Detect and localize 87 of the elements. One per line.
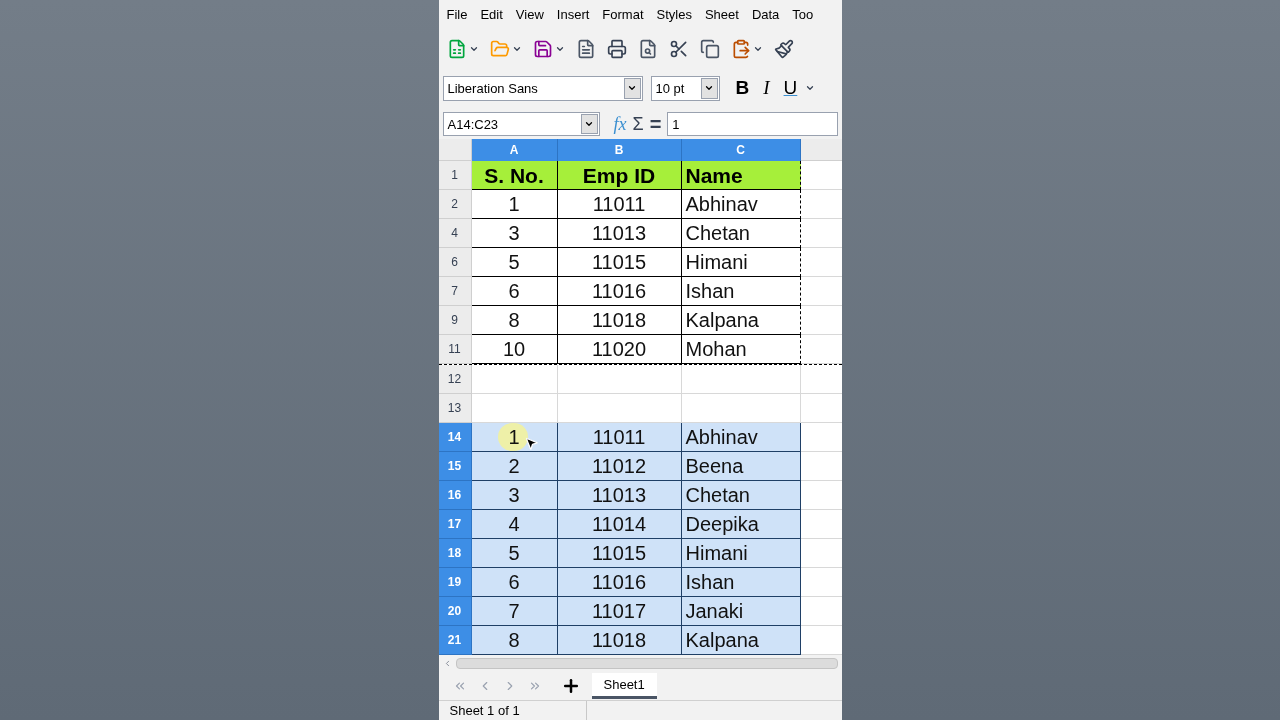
table-cell: Himani: [681, 539, 801, 569]
format-button[interactable]: B: [735, 74, 750, 103]
table-cell: 3: [471, 219, 558, 249]
table-cell: 11017: [557, 597, 682, 627]
menu-item[interactable]: View: [515, 5, 544, 25]
table-cell: 11014: [557, 510, 682, 540]
table-cell: 4: [471, 510, 558, 540]
table-cell: Himani: [681, 248, 801, 278]
status-text: Sheet 1 of 1: [438, 700, 587, 720]
menu-item[interactable]: Too: [792, 5, 814, 25]
row-header[interactable]: 2: [438, 190, 472, 220]
menu-item[interactable]: Edit: [480, 5, 503, 25]
menu-item[interactable]: Format: [602, 5, 644, 25]
table-cell: 11018: [557, 626, 682, 656]
table-cell: 11013: [557, 219, 682, 249]
table-cell: Janaki: [681, 597, 801, 627]
click-highlight: [497, 423, 528, 452]
table-cell: 11015: [557, 539, 682, 569]
table-cell: Kalpana: [681, 306, 801, 336]
table-cell: 11016: [557, 568, 682, 598]
table-cell: 11013: [557, 481, 682, 511]
table-cell: Emp ID: [557, 161, 682, 191]
table-cell: Beena: [681, 452, 801, 482]
horizontal-scrollbar[interactable]: [455, 658, 838, 670]
table-cell: 2: [471, 452, 558, 482]
scissors-icon[interactable]: [668, 38, 689, 59]
row-header[interactable]: 13: [438, 394, 472, 424]
row-header[interactable]: 11: [438, 335, 472, 365]
table-cell: 6: [471, 277, 558, 307]
row-header[interactable]: 7: [438, 277, 472, 307]
sheet-tab[interactable]: Sheet1: [591, 673, 657, 700]
table-cell: 7: [471, 597, 558, 627]
table-cell: 11015: [557, 248, 682, 278]
dropdown-button[interactable]: [700, 77, 718, 99]
dropdown-button[interactable]: [623, 77, 641, 99]
format-button[interactable]: U: [783, 74, 798, 103]
table-cell: 10: [471, 335, 558, 365]
name-box[interactable]: A14:C23: [442, 112, 600, 137]
dropdown-button[interactable]: [580, 114, 598, 135]
table-cell: Deepika: [681, 510, 801, 540]
save-icon[interactable]: [532, 38, 553, 59]
formula-bar-button[interactable]: Σ: [632, 110, 644, 138]
table-cell: Abhinav: [681, 190, 801, 220]
table-cell: 11016: [557, 277, 682, 307]
table-cell: Kalpana: [681, 626, 801, 656]
menu-item[interactable]: Data: [751, 5, 780, 25]
row-header[interactable]: 9: [438, 306, 472, 336]
column-header[interactable]: [800, 139, 842, 162]
table-cell: 11020: [557, 335, 682, 365]
menu-item[interactable]: Insert: [556, 5, 590, 25]
formula-bar-button[interactable]: =: [649, 109, 662, 140]
font-name-field[interactable]: Liberation Sans: [442, 75, 643, 101]
table-cell: Ishan: [681, 277, 801, 307]
table-cell: 1: [471, 423, 558, 453]
table-cell: 5: [471, 539, 558, 569]
table-cell: Mohan: [681, 335, 801, 365]
row-header[interactable]: 4: [438, 219, 472, 249]
menu-item[interactable]: File: [446, 5, 468, 25]
table-cell: Abhinav: [681, 423, 801, 453]
table-cell: 8: [471, 626, 558, 656]
mouse-pointer-icon: [523, 436, 539, 452]
printer-icon[interactable]: [606, 38, 627, 59]
table-cell: Chetan: [681, 219, 801, 249]
menu-item[interactable]: Styles: [656, 5, 692, 25]
table-cell: 6: [471, 568, 558, 598]
copy-icon[interactable]: [699, 38, 720, 59]
table-cell: 5: [471, 248, 558, 278]
row-header[interactable]: 6: [438, 248, 472, 278]
table-cell: 11011: [557, 190, 682, 220]
table-cell: Chetan: [681, 481, 801, 511]
table-cell: 3: [471, 481, 558, 511]
table-cell: 11012: [557, 452, 682, 482]
menu-item[interactable]: Sheet: [704, 5, 739, 25]
row-header[interactable]: 12: [438, 365, 472, 395]
paintbrush-icon[interactable]: [773, 38, 794, 59]
row-header[interactable]: 1: [438, 161, 472, 191]
table-cell: S. No.: [471, 161, 558, 191]
table-cell: 8: [471, 306, 558, 336]
font-size-field[interactable]: 10 pt: [650, 75, 720, 101]
format-button[interactable]: I: [763, 74, 770, 103]
formula-input[interactable]: 1: [667, 112, 838, 137]
table-cell: Ishan: [681, 568, 801, 598]
table-cell: Name: [681, 161, 801, 191]
corner-header[interactable]: [438, 139, 472, 162]
table-cell: 1: [471, 190, 558, 220]
table-cell: 11018: [557, 306, 682, 336]
table-cell: 11011: [557, 423, 682, 453]
